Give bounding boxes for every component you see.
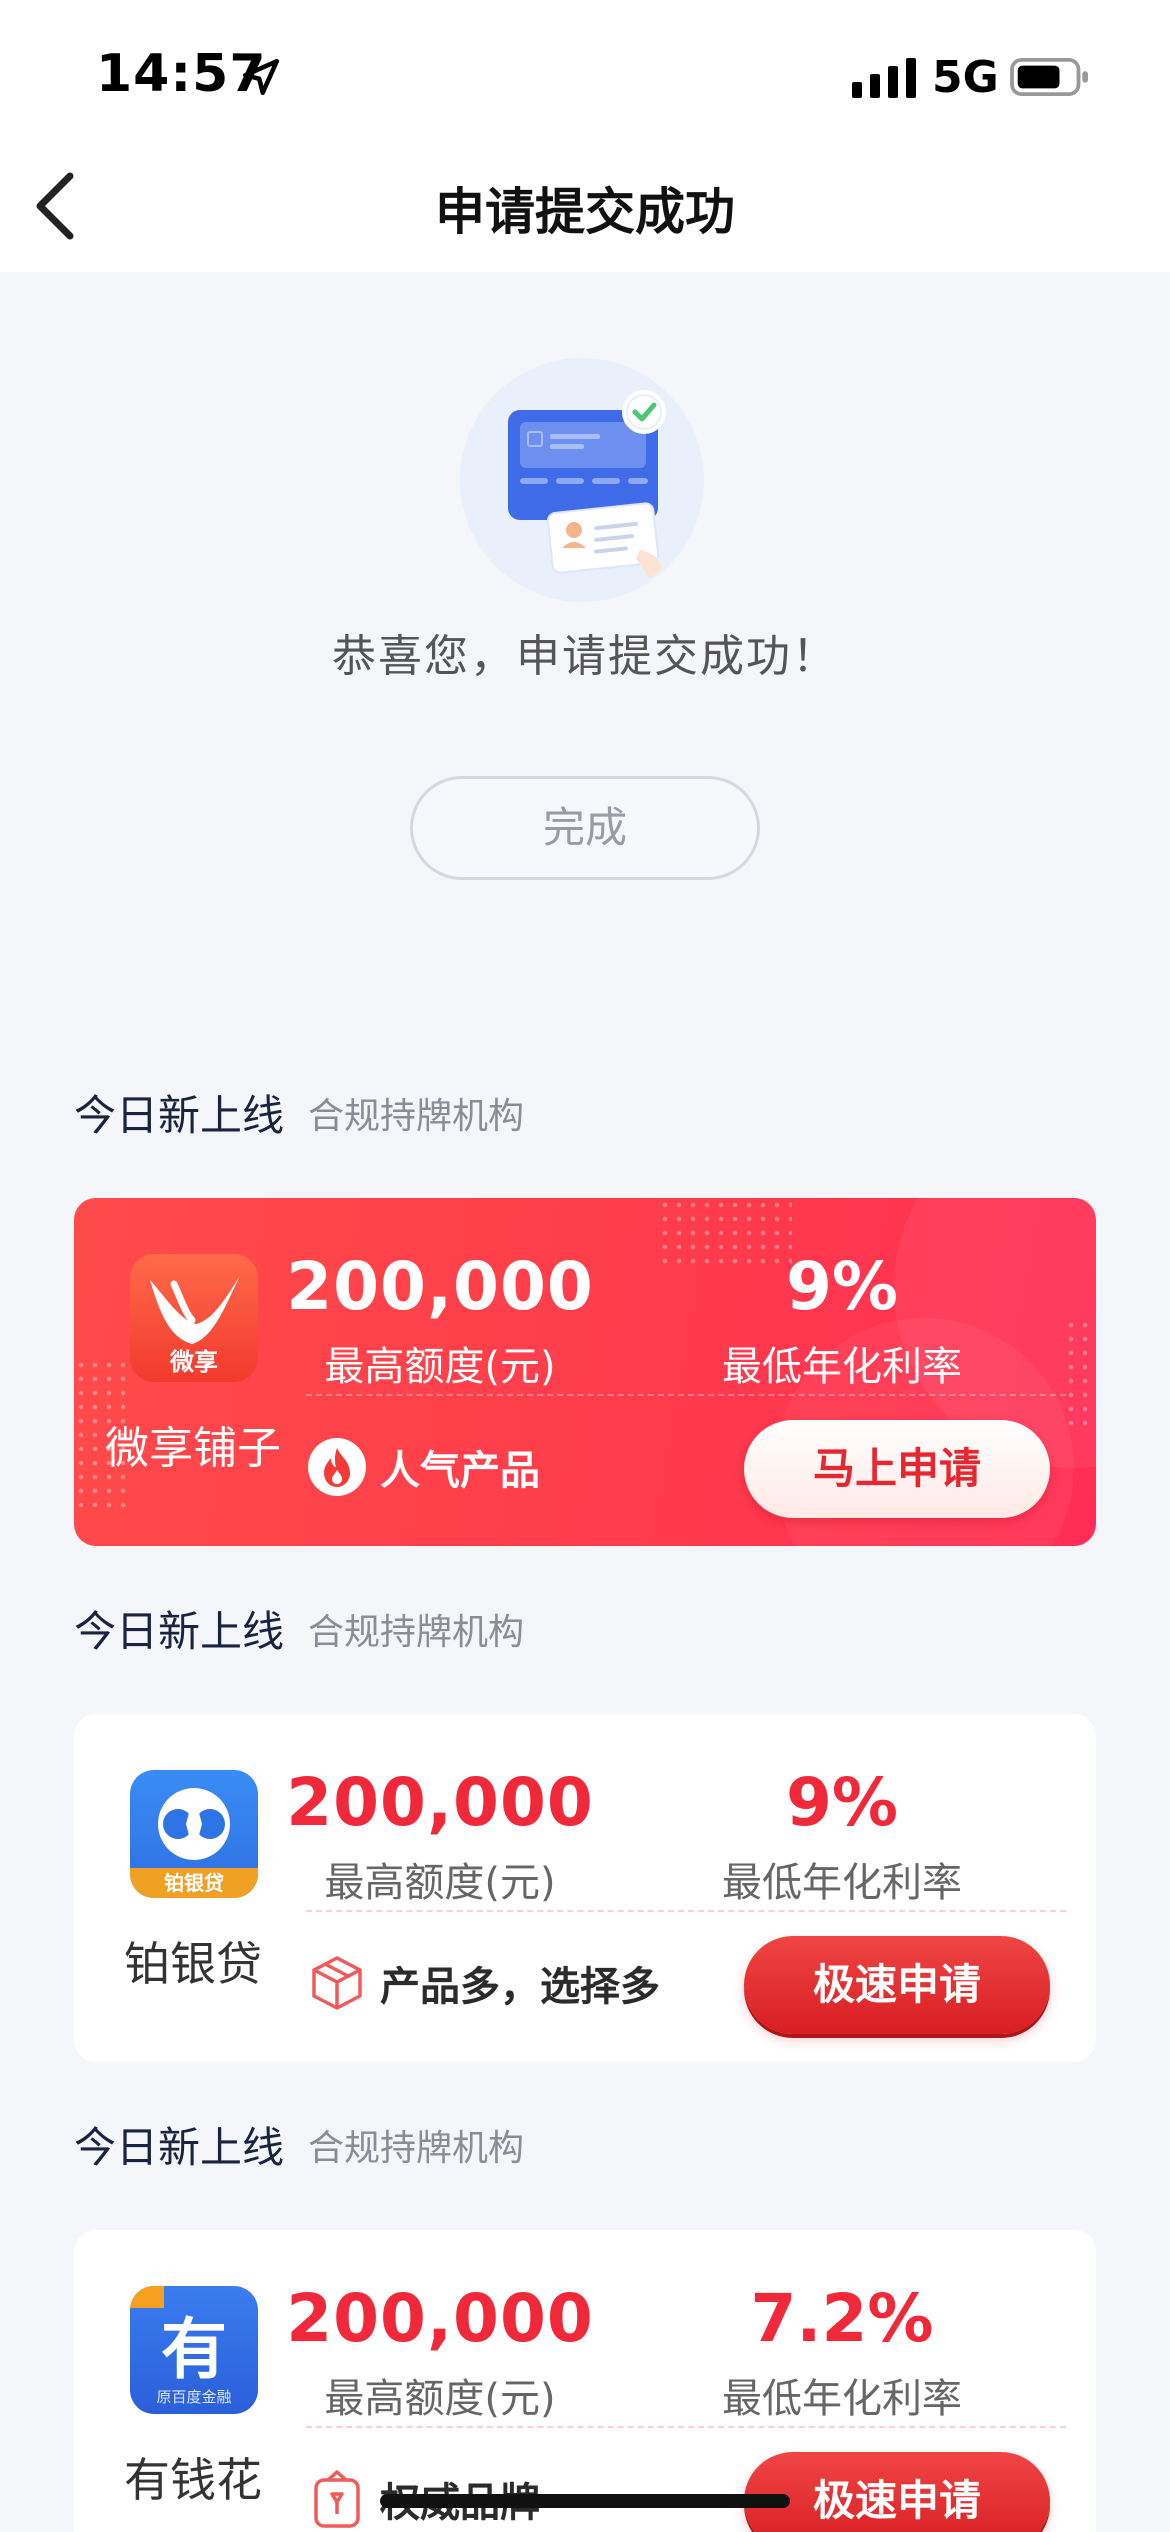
location-arrow-icon bbox=[242, 58, 280, 96]
card-divider bbox=[306, 1910, 1066, 1912]
max-amount: 200,000 bbox=[286, 2280, 594, 2357]
box-icon bbox=[312, 1956, 362, 2010]
product-tag: 人气产品 bbox=[380, 1448, 540, 1494]
max-amount-label: 最高额度(元) bbox=[324, 2376, 556, 2422]
loan-product-card-featured[interactable]: 微享 微享铺子 200,000 最高额度(元) 9% 最低年化利率 人气产品 马… bbox=[74, 1198, 1096, 1546]
card-divider bbox=[306, 2426, 1066, 2428]
network-type: 5G bbox=[932, 52, 999, 103]
section-subtitle: 合规持牌机构 bbox=[308, 1611, 525, 1653]
section-header: 今日新上线 合规持牌机构 bbox=[74, 2114, 524, 2174]
section-subtitle: 合规持牌机构 bbox=[308, 1095, 525, 1137]
logo-text: 有 bbox=[161, 2311, 227, 2388]
section-header: 今日新上线 合规持牌机构 bbox=[74, 1598, 524, 1658]
logo-text: 铂银贷 bbox=[164, 1871, 224, 1895]
min-rate: 9% bbox=[785, 1248, 899, 1325]
max-amount: 200,000 bbox=[286, 1764, 594, 1841]
success-message: 恭喜您，申请提交成功！ bbox=[332, 631, 838, 682]
application-card-check-icon bbox=[508, 390, 666, 578]
boyindai-logo-icon: 铂银贷 bbox=[130, 1770, 258, 1898]
page-title: 申请提交成功 bbox=[435, 183, 735, 241]
quick-apply-button[interactable]: 极速申请 bbox=[744, 2452, 1050, 2532]
quick-apply-button[interactable]: 极速申请 bbox=[744, 1936, 1050, 2034]
signal-icon bbox=[852, 58, 916, 98]
section-header: 今日新上线 合规持牌机构 bbox=[74, 1082, 524, 1142]
logo-text: 微享 bbox=[169, 1348, 218, 1376]
section-subtitle: 合规持牌机构 bbox=[308, 2127, 525, 2169]
battery-icon bbox=[1010, 58, 1088, 96]
brand-name: 铂银贷 bbox=[124, 1937, 262, 1991]
max-amount: 200,000 bbox=[286, 1248, 594, 1325]
section-title: 今日新上线 bbox=[74, 1091, 285, 1140]
max-amount-label: 最高额度(元) bbox=[324, 1344, 556, 1390]
loan-product-card[interactable]: 铂银贷 铂银贷 200,000 最高额度(元) 9% 最低年化利率 产品多，选择… bbox=[74, 1714, 1096, 2062]
min-rate-label: 最低年化利率 bbox=[722, 1344, 962, 1390]
min-rate: 7.2% bbox=[750, 2280, 934, 2357]
loan-product-card[interactable]: 有 原百度金融 有钱花 200,000 最高额度(元) 7.2% 最低年化利率 … bbox=[74, 2230, 1096, 2532]
fire-icon bbox=[308, 1438, 366, 1496]
youqianhua-logo-icon: 有 原百度金融 bbox=[130, 2286, 258, 2414]
card-divider bbox=[306, 1394, 1066, 1396]
weixiang-logo-icon: 微享 bbox=[130, 1254, 258, 1382]
brand-name: 微享铺子 bbox=[105, 1423, 281, 1474]
card-dot-pattern bbox=[1064, 1318, 1094, 1428]
brand-name: 有钱花 bbox=[124, 2453, 262, 2507]
section-title: 今日新上线 bbox=[74, 2123, 285, 2172]
done-button[interactable]: 完成 bbox=[410, 776, 760, 880]
hand-badge-icon bbox=[314, 2470, 360, 2528]
home-indicator[interactable] bbox=[380, 2494, 790, 2508]
section-title: 今日新上线 bbox=[74, 1607, 285, 1656]
min-rate-label: 最低年化利率 bbox=[722, 1860, 962, 1906]
min-rate: 9% bbox=[785, 1764, 899, 1841]
max-amount-label: 最高额度(元) bbox=[324, 1860, 556, 1906]
min-rate-label: 最低年化利率 bbox=[722, 2376, 962, 2422]
logo-caption: 原百度金融 bbox=[156, 2388, 231, 2406]
top-bar: 14:57 5G 申请提交成功 bbox=[0, 0, 1170, 272]
apply-now-button[interactable]: 马上申请 bbox=[744, 1420, 1050, 1518]
product-tag: 产品多，选择多 bbox=[380, 1964, 660, 2010]
